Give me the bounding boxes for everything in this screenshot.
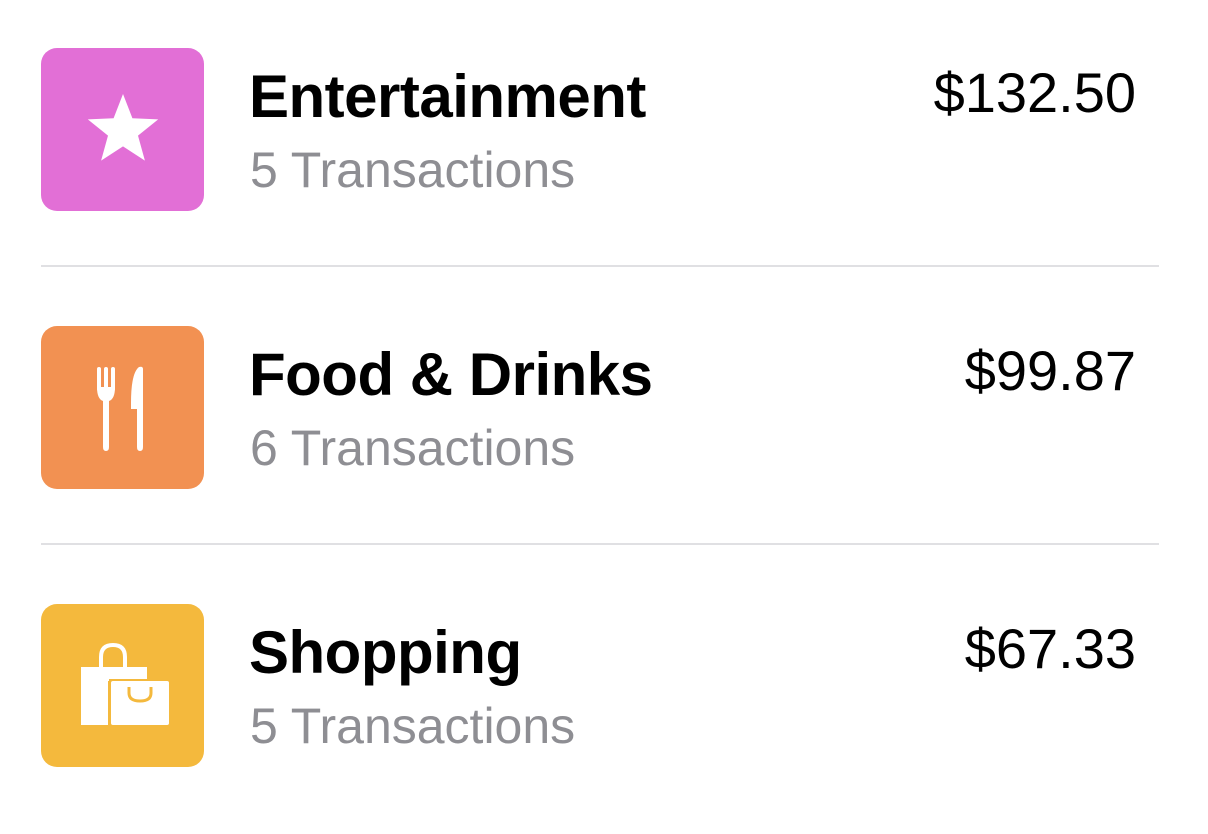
category-name: Food & Drinks [249, 341, 653, 408]
category-icon-tile [41, 48, 204, 211]
fork-knife-icon [96, 366, 143, 451]
category-row-shopping[interactable]: Shopping 5 Transactions $67.33 [0, 556, 1208, 834]
transaction-count: 5 Transactions [250, 142, 576, 198]
category-row-entertainment[interactable]: Entertainment 5 Transactions $132.50 [0, 0, 1208, 278]
shopping-bags-icon [80, 642, 169, 725]
category-name: Shopping [249, 619, 522, 686]
category-icon-tile [41, 326, 204, 489]
divider [41, 265, 1159, 267]
transaction-count: 5 Transactions [250, 698, 576, 754]
divider [41, 543, 1159, 545]
category-amount: $99.87 [964, 339, 1136, 402]
category-amount: $132.50 [933, 61, 1136, 124]
category-icon-tile [41, 604, 204, 767]
category-name: Entertainment [249, 63, 646, 130]
transaction-count: 6 Transactions [250, 420, 576, 476]
category-amount: $67.33 [964, 617, 1136, 680]
star-icon [87, 93, 158, 161]
category-row-food-drinks[interactable]: Food & Drinks 6 Transactions $99.87 [0, 278, 1208, 556]
category-list: Entertainment 5 Transactions $132.50 Foo… [0, 0, 1208, 828]
